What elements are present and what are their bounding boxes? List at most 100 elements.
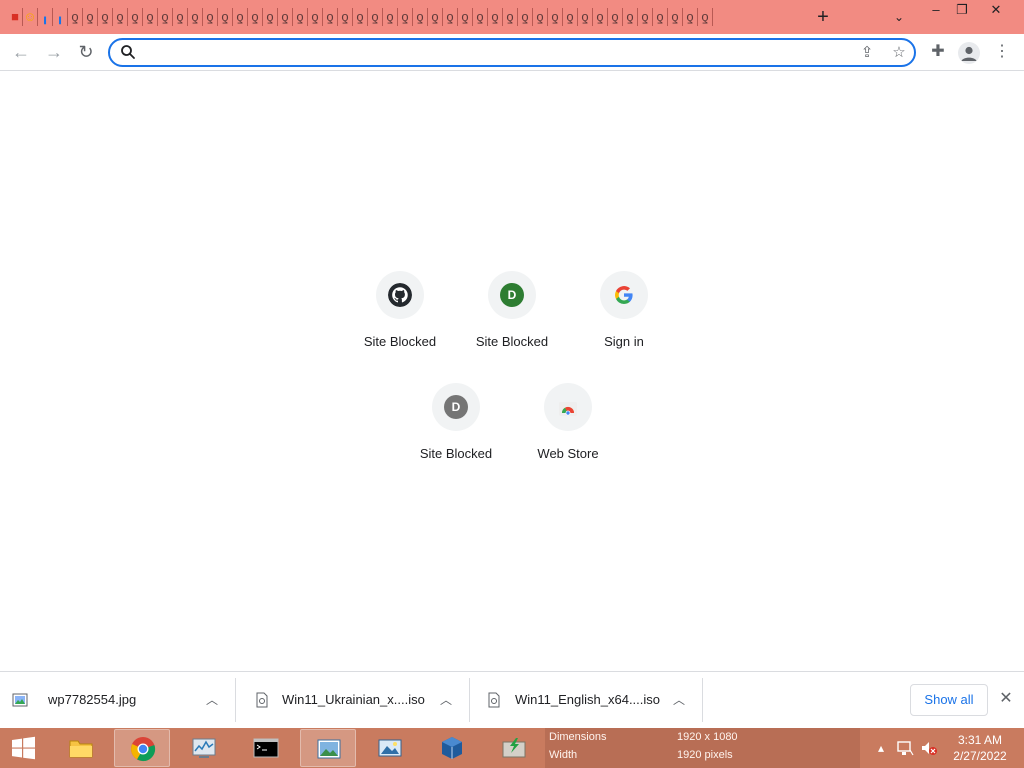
tab-favicon[interactable]: ƍ (593, 8, 608, 26)
tab-favicon[interactable]: ƍ (263, 8, 278, 26)
address-input[interactable] (144, 42, 844, 63)
taskbar-app-performance-monitor[interactable] (176, 729, 232, 767)
tab-favicon[interactable]: ƍ (623, 8, 638, 26)
tab-favicon[interactable]: ƍ (698, 8, 713, 26)
terminal-icon (253, 738, 279, 758)
tab-favicon[interactable]: ƍ (563, 8, 578, 26)
shortcut-icon-circle: D (432, 383, 480, 431)
taskbar-app-command-prompt[interactable] (238, 729, 294, 767)
tab-favicon[interactable]: ƍ (113, 8, 128, 26)
file-info-pane: Dimensions 1920 x 1080 Width 1920 pixels (545, 728, 860, 768)
clock-time[interactable]: 3:31 AM (944, 733, 1016, 747)
clock-date[interactable]: 2/27/2022 (944, 749, 1016, 763)
tab-favicon[interactable]: ╻ (38, 8, 53, 26)
tab-favicon[interactable]: ƍ (218, 8, 233, 26)
tab-favicon[interactable]: ╻ (53, 8, 68, 26)
download-filename: wp7782554.jpg (48, 692, 137, 707)
shortcut-tile[interactable]: Site Blocked (344, 271, 456, 383)
volume-muted-icon[interactable] (920, 738, 938, 758)
shortcut-tile[interactable]: Web Store (512, 383, 624, 495)
tab-favicon[interactable]: ƍ (188, 8, 203, 26)
tab-favicon[interactable]: ƍ (98, 8, 113, 26)
tab-favicon[interactable]: ƍ (653, 8, 668, 26)
tab-favicon[interactable]: ƍ (413, 8, 428, 26)
tab-favicon[interactable]: ƍ (83, 8, 98, 26)
download-item[interactable]: wp7782554.jpg ︿ (0, 678, 236, 722)
tab-search-button[interactable]: ⌄ (889, 7, 909, 27)
back-button[interactable]: ← (9, 40, 33, 64)
download-item[interactable]: Win11_Ukrainian_x....iso ︿ (236, 678, 470, 722)
shortcut-tile[interactable]: D Site Blocked (400, 383, 512, 495)
tab-favicon[interactable]: ƍ (428, 8, 443, 26)
letter-d-icon: D (500, 283, 524, 307)
tab-favicon[interactable]: ƍ (533, 8, 548, 26)
chevron-up-icon[interactable]: ︿ (436, 690, 456, 710)
chevron-up-icon[interactable]: ︿ (669, 690, 689, 710)
chrome-menu-button[interactable]: ⋮ (990, 40, 1014, 64)
tab-favicon[interactable]: ƍ (443, 8, 458, 26)
tab-favicon[interactable]: ☺ (23, 8, 38, 26)
profile-avatar[interactable] (958, 42, 980, 64)
person-icon (961, 46, 977, 61)
taskbar-app-image-viewer[interactable] (300, 729, 356, 767)
tab-favicon[interactable]: ƍ (203, 8, 218, 26)
network-icon[interactable] (896, 738, 914, 758)
tab-favicon[interactable]: ƍ (368, 8, 383, 26)
chrome-icon (131, 737, 156, 762)
tab-favicon[interactable]: ƍ (353, 8, 368, 26)
tab-favicon[interactable]: ƍ (548, 8, 563, 26)
chrome-web-store-icon (559, 402, 577, 416)
tab-favicon[interactable]: ƍ (323, 8, 338, 26)
show-hidden-icons-button[interactable]: ▴ (872, 738, 890, 758)
forward-button[interactable]: → (42, 40, 66, 64)
download-filename: Win11_English_x64....iso (515, 692, 661, 707)
tab-favicon[interactable]: ƍ (68, 8, 83, 26)
download-item[interactable]: Win11_English_x64....iso ︿ (470, 678, 703, 722)
taskbar-app-file-explorer[interactable] (53, 729, 109, 767)
tab-favicon[interactable]: ƍ (233, 8, 248, 26)
tab-favicon[interactable]: ƍ (668, 8, 683, 26)
tab-favicon[interactable]: ƍ (398, 8, 413, 26)
tab-favicon[interactable]: ƍ (248, 8, 263, 26)
bookmark-star-icon[interactable]: ☆ (890, 44, 908, 62)
close-window-button[interactable]: ✕ (980, 0, 1012, 20)
tab-favicon[interactable]: ƍ (383, 8, 398, 26)
taskbar-app-installer[interactable] (486, 729, 542, 767)
restore-button[interactable]: ❐ (946, 0, 978, 20)
extensions-icon[interactable]: ✚ (926, 40, 950, 64)
tab-favicon[interactable]: ƍ (173, 8, 188, 26)
shortcut-tile[interactable]: D Site Blocked (456, 271, 568, 383)
tab-favicon[interactable]: ƍ (293, 8, 308, 26)
tab-favicon[interactable]: ƍ (518, 8, 533, 26)
tab-favicon[interactable]: ƍ (278, 8, 293, 26)
browser-toolbar: ← → ↻ ⇪ ☆ ✚ ⋮ (0, 34, 1024, 71)
tab-favicon[interactable]: ƍ (683, 8, 698, 26)
tab-favicon[interactable]: ƍ (578, 8, 593, 26)
tab-favicon[interactable]: ƍ (338, 8, 353, 26)
tab-favicon[interactable]: ƍ (473, 8, 488, 26)
tab-favicon[interactable]: ƍ (458, 8, 473, 26)
close-icon[interactable]: ✕ (996, 688, 1016, 710)
image-viewer-icon (317, 739, 341, 759)
taskbar-app-image-viewer-2[interactable] (362, 729, 418, 767)
share-icon[interactable]: ⇪ (858, 44, 876, 62)
tab-favicon[interactable]: ƍ (128, 8, 143, 26)
taskbar-app-chrome[interactable] (114, 729, 170, 767)
tab-favicon[interactable]: ƍ (488, 8, 503, 26)
tab-favicon[interactable]: ■ (8, 8, 23, 26)
chevron-up-icon[interactable]: ︿ (202, 690, 222, 710)
windows-start-button[interactable] (6, 734, 40, 762)
show-all-button[interactable]: Show all (910, 684, 988, 716)
new-tab-button[interactable]: + (812, 6, 834, 28)
tab-favicon[interactable]: ƍ (503, 8, 518, 26)
tab-favicon[interactable]: ƍ (158, 8, 173, 26)
tab-favicon[interactable]: ƍ (638, 8, 653, 26)
taskbar-app-virtualbox[interactable] (424, 729, 480, 767)
reload-button[interactable]: ↻ (74, 40, 98, 64)
address-bar[interactable]: ⇪ ☆ (108, 38, 916, 67)
shortcut-tile[interactable]: Sign in (568, 271, 680, 383)
tab-favicon[interactable]: ƍ (608, 8, 623, 26)
tab-favicon[interactable]: ƍ (143, 8, 158, 26)
tab-list[interactable]: ■ ☺ ╻ ╻ ƍ ƍ ƍ ƍ ƍ ƍ ƍ ƍ ƍ ƍ ƍ ƍ ƍ ƍ ƍ ƍ ƍ ƍ ƍ ƍ ƍ ƍ ƍ ƍ ƍ ƍ ƍ ƍ ƍ ƍ ƍ ƍ ƍ ƍ ƍ ƍ… (8, 8, 774, 28)
tab-favicon[interactable]: ƍ (308, 8, 323, 26)
